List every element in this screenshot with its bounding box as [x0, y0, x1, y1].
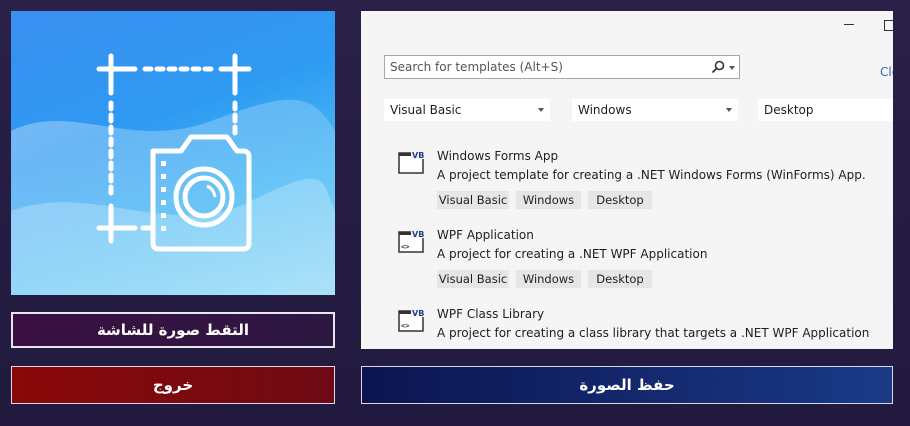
template-title: WPF Application	[437, 228, 534, 242]
tag-project-type: Desktop	[588, 270, 652, 288]
template-description: A project template for creating a .NET W…	[437, 168, 866, 182]
tag-language: Visual Basic	[437, 270, 509, 288]
minimize-icon[interactable]	[844, 24, 854, 25]
save-image-label: حفظ الصورة	[579, 376, 675, 394]
platform-filter-value: Windows	[578, 103, 632, 117]
chevron-down-icon	[726, 108, 732, 112]
language-filter[interactable]: Visual Basic	[384, 99, 550, 121]
vb-badge: VB	[412, 151, 424, 160]
vb-wpf-library-icon: <> VB	[398, 307, 426, 332]
template-title: Windows Forms App	[437, 149, 559, 163]
tag-platform: Windows	[516, 191, 581, 209]
vb-windows-forms-icon: VB	[398, 149, 426, 174]
project-type-filter-value: Desktop	[764, 103, 814, 117]
template-description: A project for creating a .NET WPF Applic…	[437, 247, 708, 261]
vb-badge: VB	[412, 230, 424, 239]
exit-label: خروج	[152, 376, 194, 394]
search-icon[interactable]	[711, 60, 725, 74]
tag-project-type: Desktop	[588, 191, 652, 209]
svg-text:<>: <>	[401, 243, 409, 251]
tag-platform: Windows	[516, 270, 581, 288]
chevron-down-icon[interactable]	[729, 66, 735, 70]
template-title: WPF Class Library	[437, 307, 545, 321]
svg-text:<>: <>	[401, 322, 409, 330]
screenshot-preview: Cle Visual Basic Windows Desktop VB Wind…	[361, 11, 893, 349]
save-image-button[interactable]: حفظ الصورة	[361, 366, 893, 404]
capture-screen-button[interactable]: التقط صورة للشاشة	[11, 312, 335, 348]
project-type-filter[interactable]: Desktop	[758, 99, 893, 121]
maximize-icon[interactable]	[884, 20, 893, 31]
vb-badge: VB	[412, 309, 424, 318]
capture-screen-label: التقط صورة للشاشة	[96, 321, 250, 339]
screenshot-camera-icon	[11, 53, 335, 295]
template-search-field[interactable]	[384, 55, 740, 79]
chevron-down-icon	[538, 108, 544, 112]
template-search-input[interactable]	[390, 60, 700, 74]
app-logo	[11, 11, 335, 295]
template-description: A project for creating a class library t…	[437, 326, 870, 340]
platform-filter[interactable]: Windows	[572, 99, 738, 121]
exit-button[interactable]: خروج	[11, 366, 335, 404]
language-filter-value: Visual Basic	[390, 103, 462, 117]
tag-language: Visual Basic	[437, 191, 509, 209]
clear-all-link[interactable]: Cle	[880, 65, 893, 79]
vb-wpf-icon: <> VB	[398, 228, 426, 253]
